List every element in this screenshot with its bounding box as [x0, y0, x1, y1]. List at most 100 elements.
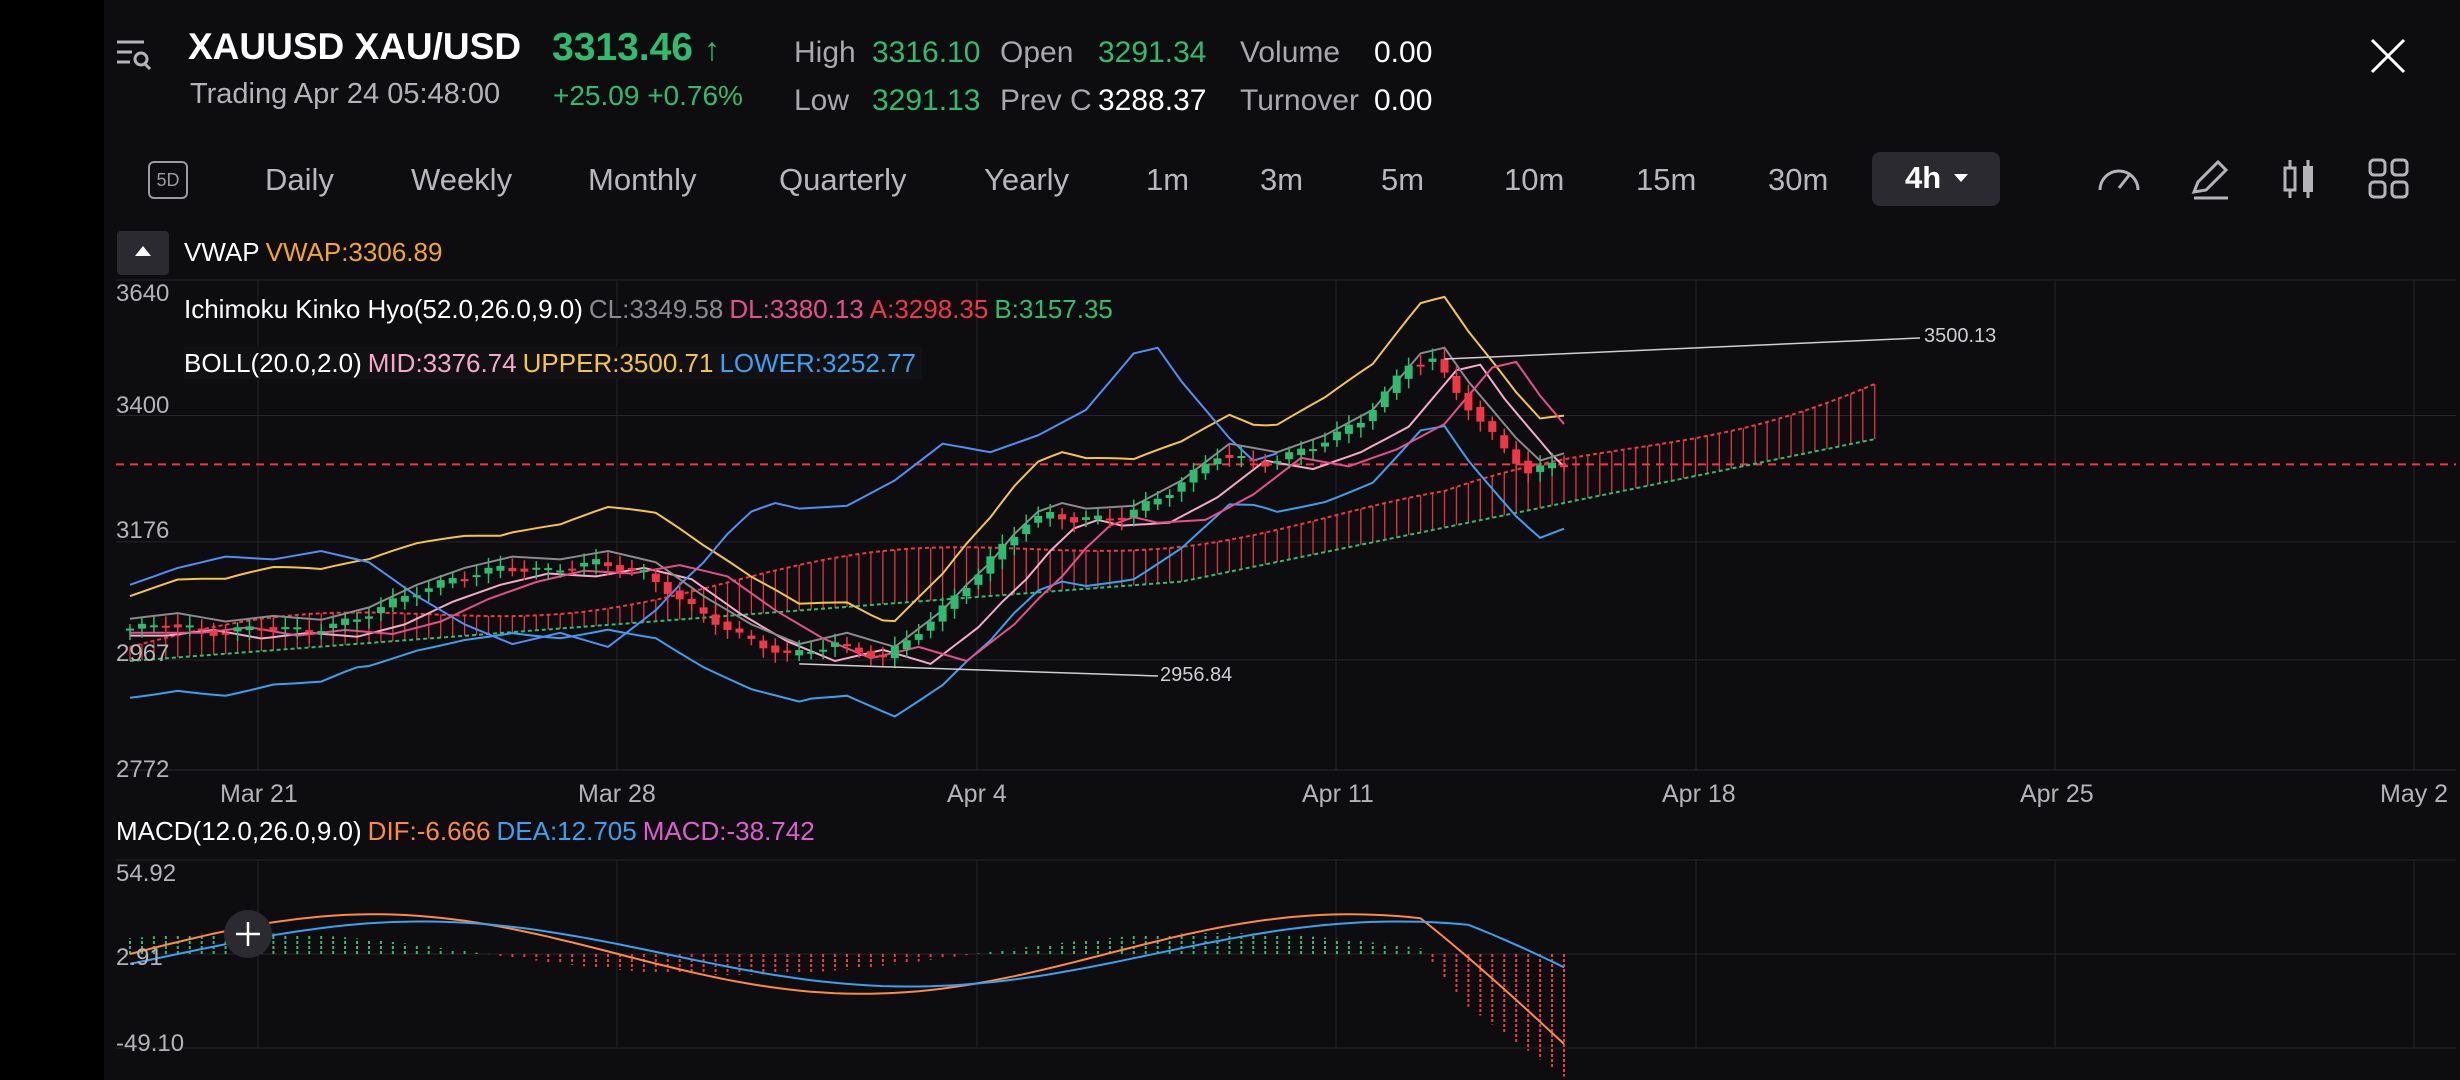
low-marker-leader: [799, 663, 1159, 677]
candle-body: [1500, 435, 1509, 449]
candle-body: [1034, 515, 1043, 523]
candle-body: [197, 628, 206, 631]
macd-dea: DEA:12.705: [496, 816, 637, 846]
candle-body: [854, 647, 863, 653]
candle-body: [1464, 392, 1473, 411]
candle-body: [460, 579, 469, 582]
candle-body: [1380, 391, 1389, 408]
candle-body: [675, 590, 684, 600]
candle-body: [1321, 442, 1329, 447]
x-tick-apr4: Apr 4: [947, 780, 1007, 808]
high-marker-leader: [1444, 337, 1921, 360]
candle-body: [890, 645, 899, 659]
candle-body: [843, 644, 851, 647]
candle-body: [1512, 449, 1521, 464]
candle-body: [1428, 358, 1437, 362]
candle-body: [1189, 469, 1198, 483]
candle-body: [137, 623, 146, 629]
candle-body: [1452, 375, 1461, 393]
candle-body: [544, 568, 553, 571]
candle-body: [1070, 517, 1079, 523]
candle-body: [878, 654, 887, 658]
candle-body: [592, 559, 601, 565]
candle-body: [293, 627, 302, 630]
candle-body: [699, 607, 708, 614]
macd-name: MACD(12.0,26.0,9.0): [116, 816, 362, 846]
vwap-legend: VWAP VWAP:3306.89: [184, 236, 448, 268]
low-marker-label: 2956.84: [1160, 664, 1233, 686]
candle-body: [1201, 463, 1210, 474]
candle-body: [962, 588, 971, 597]
ichimoku-legend: Ichimoku Kinko Hyo(52.0,26.0,9.0) CL:3349…: [184, 293, 1119, 325]
candle-body: [353, 619, 362, 622]
candle-body: [771, 645, 780, 653]
candle-body: [615, 565, 624, 572]
candle-body: [1213, 458, 1222, 465]
candle-body: [831, 642, 840, 647]
main-chart[interactable]: [0, 0, 2460, 1080]
candle-body: [950, 595, 959, 609]
candle-body: [281, 627, 290, 630]
x-tick-apr11: Apr 11: [1302, 780, 1374, 808]
candle-body: [1141, 501, 1150, 511]
candle-body: [400, 595, 409, 602]
candle-body: [508, 567, 517, 572]
candle-body: [245, 626, 254, 630]
boll-upper: UPPER:3500.71: [522, 348, 714, 378]
candle-body: [723, 621, 732, 630]
candle-body: [1404, 365, 1413, 379]
candle-body: [1297, 448, 1306, 455]
y-tick-2967: 2967: [116, 640, 170, 667]
candle-body: [604, 562, 612, 567]
crosshair-icon[interactable]: [224, 910, 272, 958]
candle-body: [711, 614, 720, 625]
candle-body: [1309, 449, 1318, 452]
macd-y-tick-top: 54.92: [116, 860, 177, 887]
macd-dif: DIF:-6.666: [367, 816, 491, 846]
candle-body: [1105, 518, 1114, 521]
candle-body: [1129, 509, 1138, 518]
candle-body: [1440, 359, 1449, 373]
candle-body: [639, 570, 648, 573]
boll-legend: BOLL(20.0,2.0) MID:3376.74 UPPER:3500.71 LO…: [184, 347, 923, 379]
candle-body: [914, 634, 923, 640]
candle-body: [257, 628, 266, 631]
candle-body: [173, 624, 182, 628]
candle-body: [472, 575, 481, 578]
x-tick-mar21: Mar 21: [220, 780, 298, 808]
ichimoku-b: B:3157.35: [994, 294, 1113, 324]
candle-body: [938, 605, 947, 622]
candle-body: [974, 574, 983, 585]
candle-body: [1356, 422, 1365, 428]
collapse-arrow-icon[interactable]: [117, 231, 169, 275]
candle-body: [735, 628, 744, 633]
candle-body: [807, 651, 816, 654]
candle-body: [209, 630, 218, 636]
ichimoku-span-a: [129, 383, 1876, 648]
boll-name: BOLL(20.0,2.0): [184, 348, 362, 378]
y-tick-3176: 3176: [116, 517, 170, 544]
candle-body: [1548, 462, 1557, 469]
x-tick-apr25: Apr 25: [2020, 780, 2094, 808]
candle-body: [1536, 465, 1545, 472]
candle-body: [412, 595, 421, 598]
ichimoku-cl: CL:3349.58: [588, 294, 724, 324]
candle-body: [1261, 461, 1270, 467]
candle-body: [1225, 455, 1234, 458]
candle-body: [1153, 498, 1162, 505]
candle-body: [1093, 515, 1102, 520]
macd-dif-line: [129, 913, 1565, 1045]
candle-body: [269, 627, 278, 631]
candle-body: [305, 630, 314, 633]
candle-body: [436, 580, 445, 588]
candle-body: [1177, 482, 1186, 492]
candle-body: [866, 651, 875, 658]
candle-body: [185, 625, 194, 628]
candle-body: [1046, 511, 1055, 519]
candle-body: [1022, 524, 1031, 535]
candle-body: [1058, 514, 1067, 520]
candle-body: [1368, 410, 1377, 422]
candle-body: [532, 567, 541, 570]
candle-body: [1117, 517, 1126, 521]
candle-body: [424, 588, 433, 592]
